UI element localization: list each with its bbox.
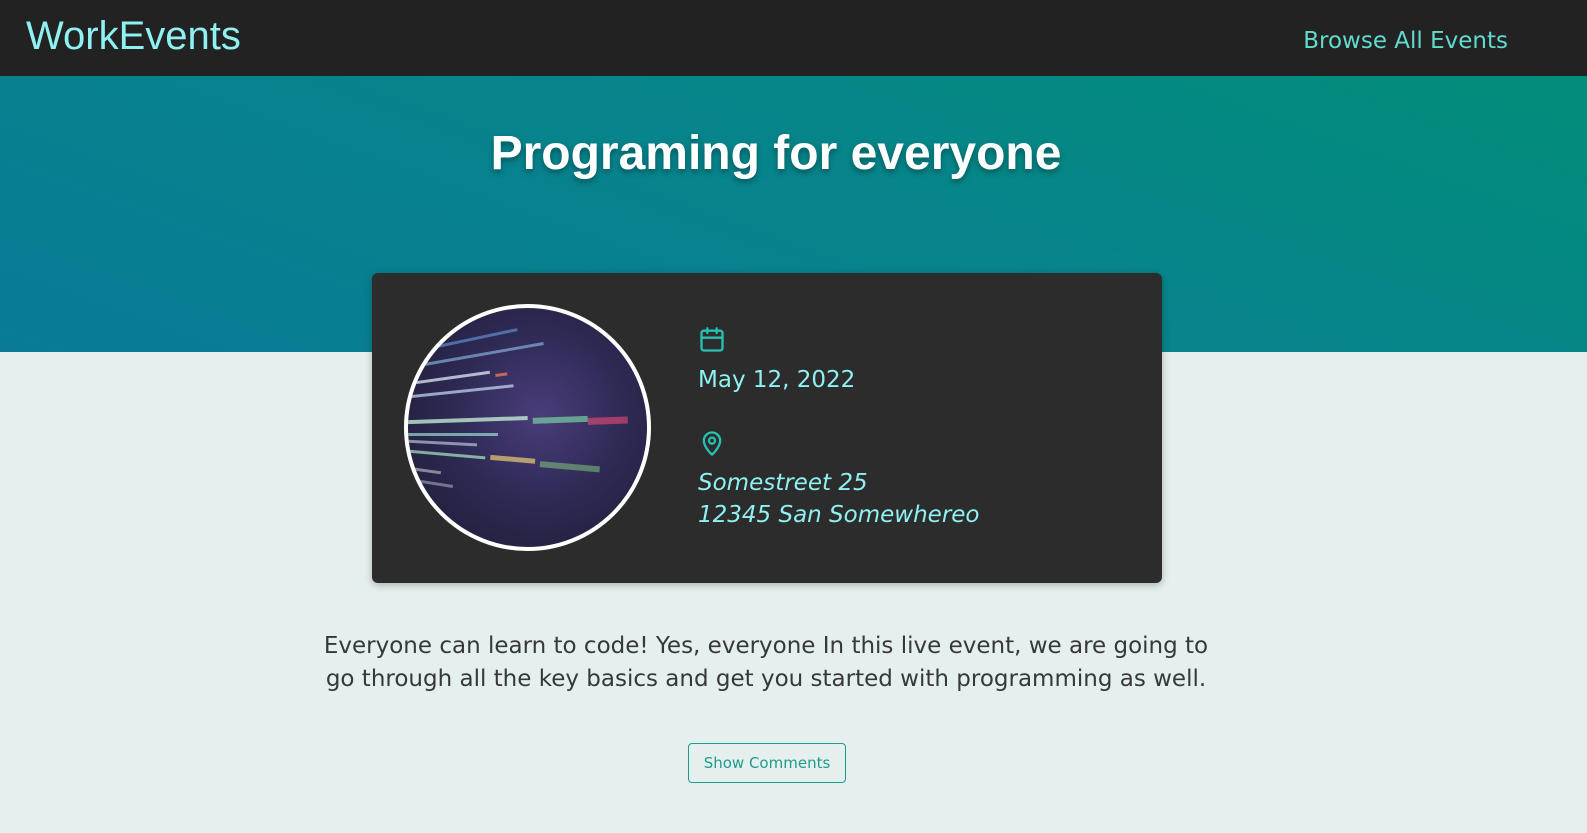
logo-link[interactable]: WorkEvents bbox=[26, 12, 241, 60]
address-city: 12345 San Somewhereo bbox=[698, 502, 980, 528]
event-date: May 12, 2022 bbox=[698, 367, 856, 393]
map-pin-icon bbox=[702, 431, 722, 456]
show-comments-button[interactable]: Show Comments bbox=[688, 743, 846, 783]
event-title: Programing for everyone bbox=[490, 127, 1062, 180]
navbar: WorkEvents Browse All Events bbox=[0, 0, 1587, 76]
event-description: Everyone can learn to code! Yes, everyon… bbox=[323, 633, 1209, 692]
event-image bbox=[404, 304, 651, 551]
browse-all-events-link[interactable]: Browse All Events bbox=[1303, 26, 1508, 56]
address-street: Somestreet 25 bbox=[698, 470, 868, 496]
event-summary-card: May 12, 2022 Somestreet 25 12345 San Som… bbox=[372, 273, 1162, 583]
code-screen-illustration bbox=[408, 328, 628, 488]
calendar-icon bbox=[700, 327, 724, 352]
event-address: Somestreet 25 12345 San Somewhereo bbox=[698, 467, 980, 531]
